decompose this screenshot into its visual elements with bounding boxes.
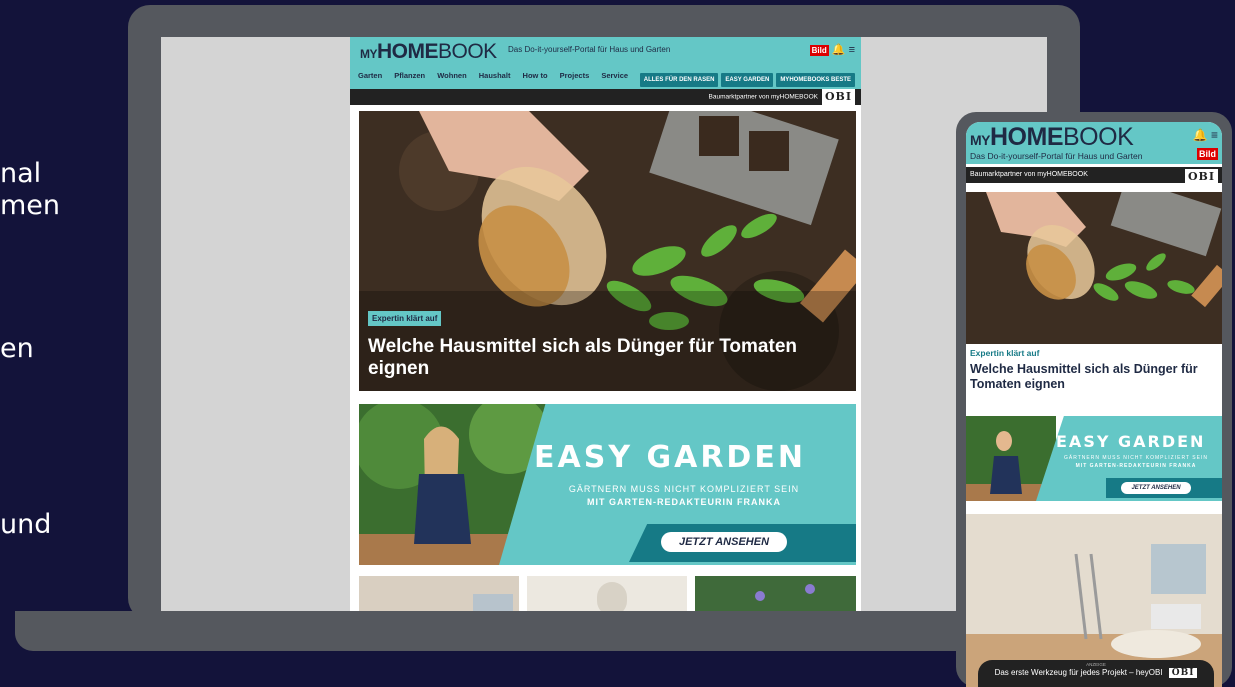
partner-bar: Baumarktpartner von myHOMEBOOK OBI — [350, 89, 861, 105]
nav-item-haushalt[interactable]: Haushalt — [479, 71, 511, 80]
mobile-bell-menu-icons[interactable]: 🔔 ≡ — [1193, 128, 1218, 142]
pill-rasen[interactable]: ALLES FÜR DEN RASEN — [639, 73, 719, 87]
main-nav: Garten Pflanzen Wohnen Haushalt How to P… — [358, 71, 638, 80]
article-thumbnails — [359, 576, 856, 611]
mobile-ad-text: Das erste Werkzeug für jedes Projekt – h… — [994, 668, 1163, 678]
side-text-line-3: en — [0, 333, 34, 364]
header-icons: Bild 🔔 ≡ — [809, 43, 855, 56]
mobile-ad-obi-logo: OBI — [1168, 668, 1198, 678]
mobile-ad-label: ANZEIGE — [1086, 662, 1106, 667]
thumb-room[interactable] — [359, 576, 519, 611]
phone-frame: MYHOMEBOOK Das Do-it-yourself-Portal für… — [956, 112, 1232, 687]
nav-item-wohnen[interactable]: Wohnen — [437, 71, 466, 80]
mobile-header-icons: 🔔 ≡ Bild — [1193, 128, 1218, 160]
laptop-screen: MYHOMEBOOK Das Do-it-yourself-Portal für… — [161, 37, 1047, 611]
mobile-partner-text: Baumarktpartner von myHOMEBOOK — [970, 171, 1088, 178]
mobile-promo-subtitle-1: GÄRTNERN MUSS NICHT KOMPLIZIERT SEIN — [1064, 455, 1208, 461]
nav-item-service[interactable]: Service — [601, 71, 628, 80]
bell-menu-icons[interactable]: 🔔 ≡ — [832, 44, 855, 56]
mobile-promo-title: EASY GARDEN — [1056, 432, 1206, 451]
mobile-hero-title[interactable]: Welche Hausmittel sich als Dünger für To… — [970, 362, 1218, 392]
promo-title: EASY GARDEN — [534, 440, 806, 475]
logo-book: BOOK — [438, 40, 497, 63]
mobile-logo[interactable]: MYHOMEBOOK — [970, 123, 1134, 152]
mobile-tagline: Das Do-it-yourself-Portal für Haus und G… — [970, 151, 1143, 161]
promo-subtitle-2: MIT GARTEN-REDAKTEURIN FRANKA — [587, 497, 781, 507]
desktop-website: MYHOMEBOOK Das Do-it-yourself-Portal für… — [350, 37, 861, 611]
pill-easy-garden[interactable]: EASY GARDEN — [721, 73, 774, 87]
phone-screen: MYHOMEBOOK Das Do-it-yourself-Portal für… — [966, 122, 1222, 687]
mobile-easy-garden-banner[interactable]: EASY GARDEN GÄRTNERN MUSS NICHT KOMPLIZI… — [966, 416, 1222, 501]
side-text-line-4: und — [0, 509, 52, 540]
hero-badge: Expertin klärt auf — [368, 311, 442, 326]
obi-logo[interactable]: OBI — [821, 89, 855, 105]
laptop-base — [15, 611, 1030, 651]
side-text-line-2: men — [0, 190, 61, 221]
nav-item-garten[interactable]: Garten — [358, 71, 382, 80]
mobile-partner-bar: Baumarktpartner von myHOMEBOOK OBI — [966, 167, 1222, 185]
pill-beste[interactable]: MYHOMEBOOKS BESTE — [776, 73, 855, 87]
mobile-logo-book: BOOK — [1063, 123, 1134, 151]
mobile-logo-home: HOME — [990, 123, 1064, 151]
logo-my: MY — [360, 47, 378, 61]
side-text-line-1: nal — [0, 158, 42, 189]
thumb-interior[interactable] — [527, 576, 687, 611]
nav-item-how-to[interactable]: How to — [523, 71, 548, 80]
hero-title-line-2: eignen — [368, 358, 430, 379]
site-header: MYHOMEBOOK Das Do-it-yourself-Portal für… — [350, 37, 861, 89]
mobile-promo-subtitle-2: MIT GARTEN-REDAKTEURIN FRANKA — [1075, 463, 1197, 469]
hero-article[interactable]: Expertin klärt auf Welche Hausmittel sic… — [359, 111, 856, 391]
mobile-promo-cta-button[interactable]: JETZT ANSEHEN — [1121, 482, 1191, 494]
topic-pills: ALLES FÜR DEN RASEN EASY GARDEN MYHOMEBOOK… — [637, 68, 855, 87]
nav-item-projects[interactable]: Projects — [560, 71, 590, 80]
mobile-hero-badge: Expertin klärt auf — [970, 348, 1040, 358]
easy-garden-banner[interactable]: EASY GARDEN GÄRTNERN MUSS NICHT KOMPLIZI… — [359, 404, 856, 565]
logo-home: HOME — [377, 40, 439, 63]
mobile-header: MYHOMEBOOK Das Do-it-yourself-Portal für… — [966, 122, 1222, 164]
mobile-bild-logo[interactable]: Bild — [1197, 148, 1218, 160]
mobile-hero-image[interactable] — [966, 192, 1222, 344]
mobile-hero-photo — [966, 192, 1222, 344]
promo-cta-button[interactable]: JETZT ANSEHEN — [661, 532, 787, 552]
mobile-obi-logo[interactable]: OBI — [1184, 169, 1218, 185]
nav-item-pflanzen[interactable]: Pflanzen — [394, 71, 425, 80]
mobile-logo-my: MY — [970, 132, 991, 148]
bild-logo[interactable]: Bild — [809, 45, 829, 56]
thumb-flowers[interactable] — [695, 576, 856, 611]
site-tagline: Das Do-it-yourself-Portal für Haus und G… — [508, 45, 671, 54]
site-logo[interactable]: MYHOMEBOOK — [360, 40, 497, 64]
promo-subtitle-1: GÄRTNERN MUSS NICHT KOMPLIZIERT SEIN — [568, 484, 800, 494]
mobile-ad-banner[interactable]: ANZEIGE Das erste Werkzeug für jedes Pro… — [978, 660, 1214, 687]
hero-title-line-1: Welche Hausmittel sich als Dünger für To… — [368, 336, 798, 357]
partner-text: Baumarktpartner von myHOMEBOOK — [708, 93, 818, 101]
